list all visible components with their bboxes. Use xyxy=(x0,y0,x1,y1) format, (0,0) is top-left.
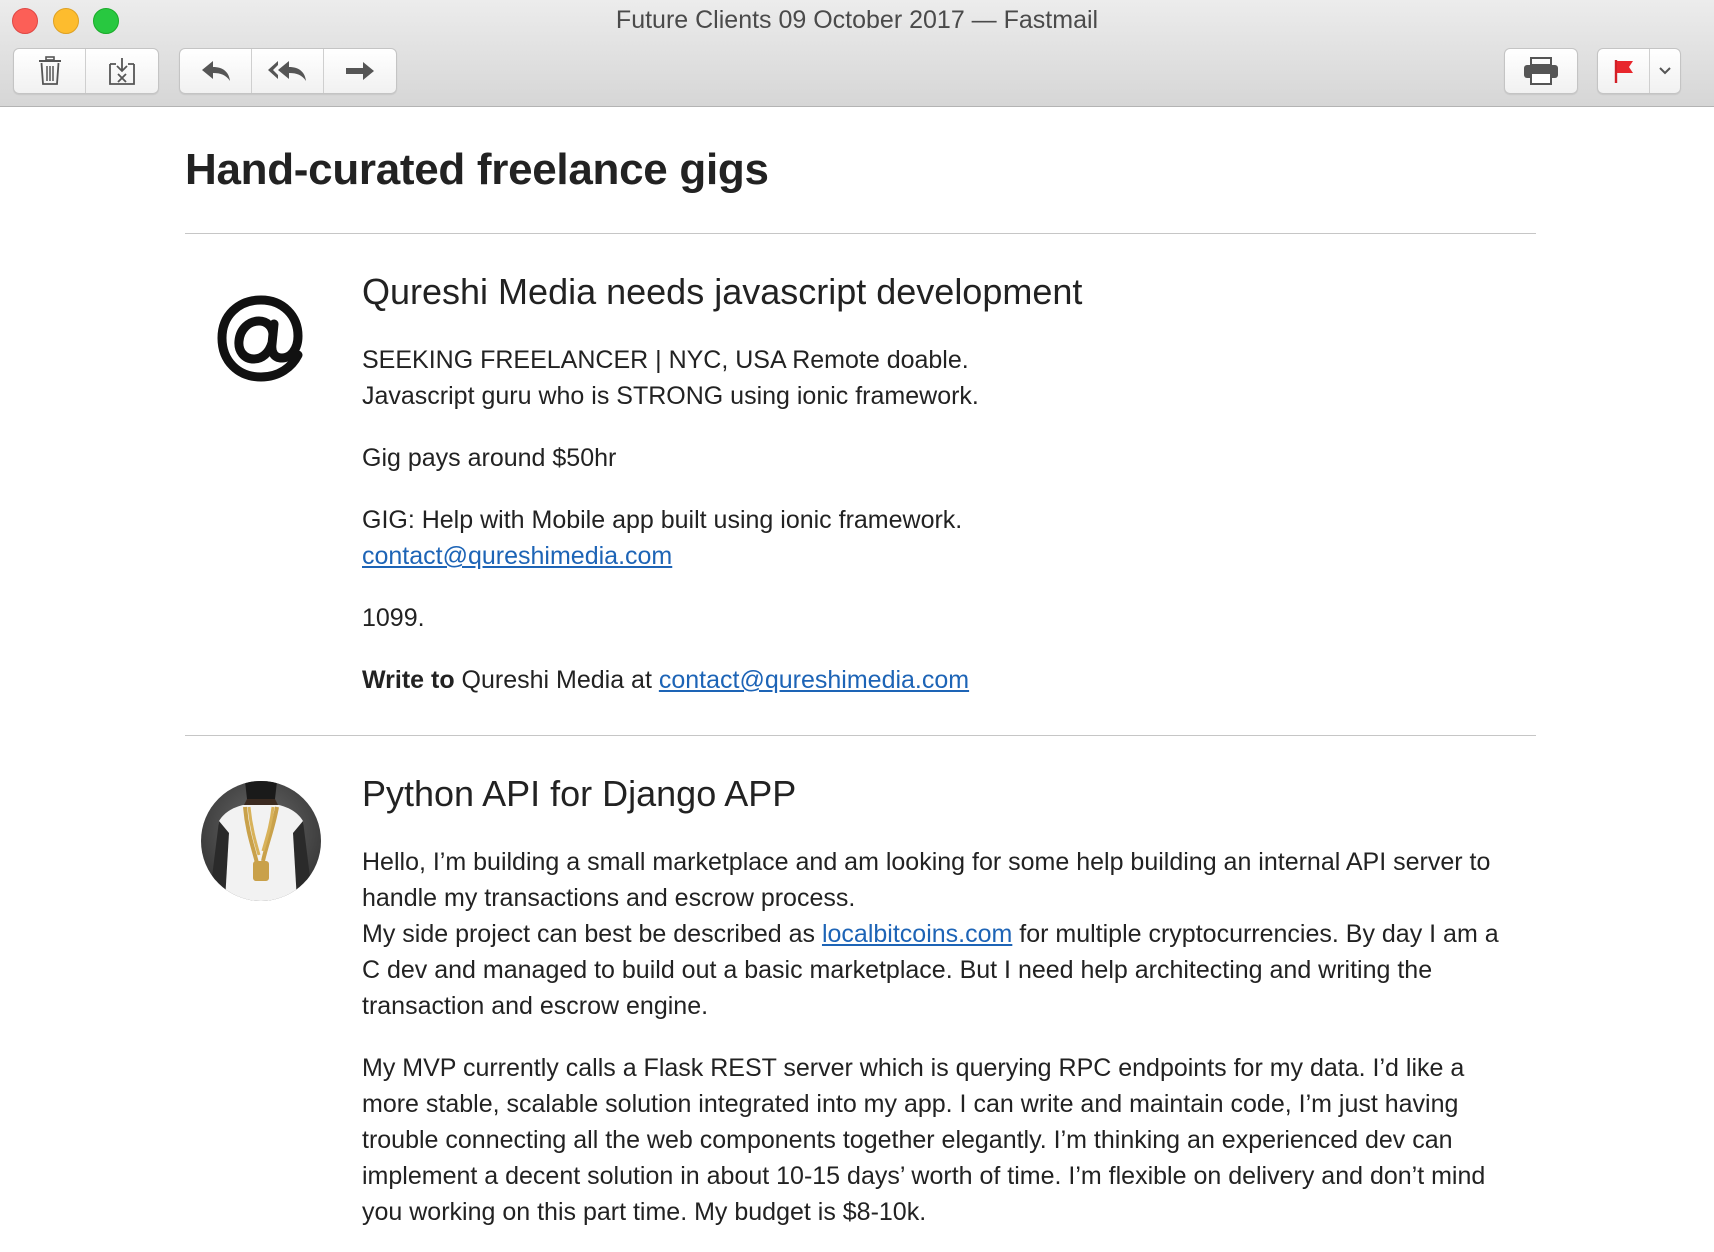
write-to-text: Qureshi Media at xyxy=(454,666,659,694)
newsletter-heading: Hand-curated freelance gigs xyxy=(185,145,769,194)
gig-text-line: Javascript guru who is STRONG using ioni… xyxy=(362,382,979,410)
flag-icon xyxy=(1614,60,1633,83)
gig-note: 1099. xyxy=(362,604,425,632)
reply-all-button[interactable] xyxy=(252,49,324,93)
title-bar: Future Clients 09 October 2017 — Fastmai… xyxy=(0,0,1714,107)
print-button-group xyxy=(1504,48,1578,94)
reply-button-group xyxy=(179,48,397,94)
company-logo xyxy=(201,279,321,399)
write-to-email-link[interactable]: contact@qureshimedia.com xyxy=(659,666,969,694)
gig-content: Python API for Django APP Hello, I’m bui… xyxy=(362,769,1502,1230)
print-button[interactable] xyxy=(1505,49,1577,93)
contact-email-link[interactable]: contact@qureshimedia.com xyxy=(362,542,672,570)
person-photo-icon xyxy=(201,781,321,901)
divider xyxy=(185,735,1536,736)
flag-menu-button[interactable] xyxy=(1650,49,1680,93)
reply-icon xyxy=(201,61,230,81)
gig-title: Python API for Django APP xyxy=(362,773,797,814)
gig-description: GIG: Help with Mobile app built using io… xyxy=(362,506,963,534)
gig-pay: Gig pays around $50hr xyxy=(362,444,617,472)
window-title: Future Clients 09 October 2017 — Fastmai… xyxy=(615,6,1099,34)
gig-text: My side project can best be described as xyxy=(362,920,822,948)
delete-button[interactable] xyxy=(14,49,86,93)
print-icon xyxy=(1524,57,1558,85)
gig-content: Qureshi Media needs javascript developme… xyxy=(362,267,1502,698)
chevron-down-icon xyxy=(1659,67,1671,75)
delete-button-group xyxy=(13,48,159,94)
gig-paragraph: My MVP currently calls a Flask REST serv… xyxy=(362,1054,1486,1226)
forward-icon xyxy=(346,62,374,80)
localbitcoins-link[interactable]: localbitcoins.com xyxy=(822,920,1012,948)
flag-button[interactable] xyxy=(1598,49,1650,93)
write-to-line: Write to Qureshi Media at contact@quresh… xyxy=(362,662,1502,698)
gig-paragraph: My side project can best be described as… xyxy=(362,916,1502,1024)
client-avatar xyxy=(201,781,321,901)
forward-button[interactable] xyxy=(324,49,396,93)
at-sign-logo-icon xyxy=(217,295,303,382)
write-to-label: Write to xyxy=(362,666,455,694)
junk-icon xyxy=(109,58,135,85)
divider xyxy=(185,233,1536,234)
trash-icon xyxy=(38,56,61,85)
gig-text-line: SEEKING FREELANCER | NYC, USA Remote doa… xyxy=(362,346,969,374)
gig-paragraph: Hello, I’m building a small marketplace … xyxy=(362,848,1491,912)
reply-button[interactable] xyxy=(180,49,252,93)
reply-all-icon xyxy=(267,61,306,81)
flag-button-group xyxy=(1597,48,1681,94)
junk-button[interactable] xyxy=(86,49,158,93)
gig-title: Qureshi Media needs javascript developme… xyxy=(362,271,1083,312)
